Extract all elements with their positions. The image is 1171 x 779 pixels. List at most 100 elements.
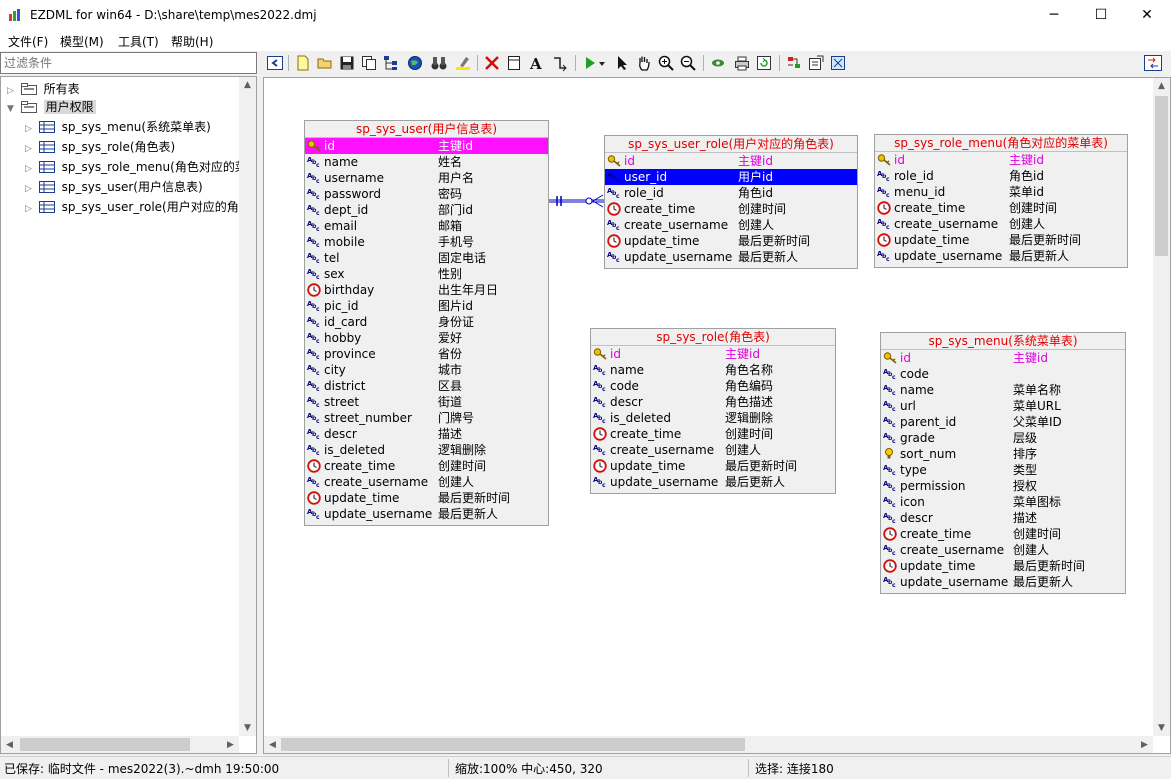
canvas-horizontal-scrollbar[interactable]: ◀ ▶ bbox=[264, 736, 1153, 753]
copy-icon[interactable] bbox=[360, 54, 378, 72]
field-row[interactable]: update_time 最后更新时间 bbox=[605, 233, 857, 249]
tree-vertical-scrollbar[interactable]: ▲ ▼ bbox=[239, 77, 256, 736]
scroll-left-arrow-icon[interactable]: ◀ bbox=[264, 740, 281, 750]
link-connector-icon[interactable] bbox=[551, 54, 569, 72]
expand-arrow-icon[interactable]: ▷ bbox=[25, 180, 35, 198]
diagram-area[interactable]: sp_sys_user(用户信息表) id 主键id Ab c name 姓名 Ab c use… bbox=[264, 78, 1154, 738]
field-row[interactable]: Ab c id_card 身份证 bbox=[305, 314, 548, 330]
table-entity-icon[interactable] bbox=[505, 54, 523, 72]
field-row[interactable]: Ab c permission 授权 bbox=[881, 478, 1125, 494]
entity-sp-sys-role[interactable]: sp_sys_role(角色表) id 主键id Ab c name 角色名称 Ab c cod… bbox=[590, 328, 836, 494]
entity-sp-sys-role-menu[interactable]: sp_sys_role_menu(角色对应的菜单表) id 主键id Ab c role… bbox=[874, 134, 1128, 268]
field-row[interactable]: Ab c create_username 创建人 bbox=[591, 442, 835, 458]
field-row[interactable]: create_time 创建时间 bbox=[591, 426, 835, 442]
tree-node-user-permissions[interactable]: ▼ 用户权限 bbox=[7, 98, 96, 116]
menu-tools[interactable]: 工具(T) bbox=[118, 33, 159, 50]
field-row[interactable]: id 主键id bbox=[605, 153, 857, 169]
field-row[interactable]: Ab c street_number 门牌号 bbox=[305, 410, 548, 426]
field-row[interactable]: create_time 创建时间 bbox=[605, 201, 857, 217]
field-row[interactable]: Ab c user_id 用户id bbox=[605, 169, 857, 185]
diagram-canvas[interactable]: sp_sys_user(用户信息表) id 主键id Ab c name 姓名 Ab c use… bbox=[263, 77, 1171, 754]
close-button[interactable]: ✕ bbox=[1124, 0, 1170, 31]
field-row[interactable]: create_time 创建时间 bbox=[305, 458, 548, 474]
scroll-down-arrow-icon[interactable]: ▼ bbox=[1153, 723, 1170, 733]
scroll-left-arrow-icon[interactable]: ◀ bbox=[1, 740, 18, 750]
field-row[interactable]: Ab c create_username 创建人 bbox=[305, 474, 548, 490]
menu-help[interactable]: 帮助(H) bbox=[171, 33, 213, 50]
field-row[interactable]: Ab c parent_id 父菜单ID bbox=[881, 414, 1125, 430]
field-row[interactable]: Ab c is_deleted 逻辑删除 bbox=[591, 410, 835, 426]
import-export-icon[interactable] bbox=[785, 54, 803, 72]
field-row[interactable]: id 主键id bbox=[591, 346, 835, 362]
field-row[interactable]: id 主键id bbox=[305, 138, 548, 154]
field-row[interactable]: Ab c update_username 最后更新人 bbox=[605, 249, 857, 265]
field-row[interactable]: update_time 最后更新时间 bbox=[881, 558, 1125, 574]
tree-layout-icon[interactable] bbox=[382, 54, 400, 72]
field-row[interactable]: id 主键id bbox=[881, 350, 1125, 366]
minimize-button[interactable]: ─ bbox=[1031, 0, 1077, 31]
field-row[interactable]: Ab c icon 菜单图标 bbox=[881, 494, 1125, 510]
field-row[interactable]: Ab c create_username 创建人 bbox=[881, 542, 1125, 558]
field-row[interactable]: sort_num 排序 bbox=[881, 446, 1125, 462]
field-row[interactable]: Ab c dept_id 部门id bbox=[305, 202, 548, 218]
tree-node-table[interactable]: ▷ sp_sys_user_role(用户对应的角色 bbox=[25, 198, 251, 216]
open-folder-icon[interactable] bbox=[316, 54, 334, 72]
toggle-panel-icon[interactable] bbox=[266, 54, 284, 72]
field-row[interactable]: Ab c username 用户名 bbox=[305, 170, 548, 186]
field-row[interactable]: Ab c url 菜单URL bbox=[881, 398, 1125, 414]
properties-icon[interactable] bbox=[807, 54, 825, 72]
field-row[interactable]: create_time 创建时间 bbox=[875, 200, 1127, 216]
field-row[interactable]: id 主键id bbox=[875, 152, 1127, 168]
field-row[interactable]: Ab c role_id 角色id bbox=[605, 185, 857, 201]
scroll-thumb[interactable] bbox=[20, 738, 190, 751]
field-row[interactable]: Ab c is_deleted 逻辑删除 bbox=[305, 442, 548, 458]
field-row[interactable]: Ab c menu_id 菜单id bbox=[875, 184, 1127, 200]
find-binoculars-icon[interactable] bbox=[430, 54, 448, 72]
field-row[interactable]: Ab c descr 描述 bbox=[305, 426, 548, 442]
field-row[interactable]: Ab c create_username 创建人 bbox=[875, 216, 1127, 232]
field-row[interactable]: Ab c pic_id 图片id bbox=[305, 298, 548, 314]
tree-node-table[interactable]: ▷ sp_sys_role(角色表) bbox=[25, 138, 175, 156]
entity-sp-sys-user-role[interactable]: sp_sys_user_role(用户对应的角色表) id 主键id Ab c user… bbox=[604, 135, 858, 269]
scroll-up-arrow-icon[interactable]: ▲ bbox=[1153, 81, 1170, 91]
menu-model[interactable]: 模型(M) bbox=[60, 33, 104, 50]
field-row[interactable]: Ab c hobby 爱好 bbox=[305, 330, 548, 346]
field-row[interactable]: birthday 出生年月日 bbox=[305, 282, 548, 298]
field-row[interactable]: Ab c code bbox=[881, 366, 1125, 382]
field-row[interactable]: Ab c mobile 手机号 bbox=[305, 234, 548, 250]
field-row[interactable]: Ab c street 街道 bbox=[305, 394, 548, 410]
delete-icon[interactable] bbox=[483, 54, 501, 72]
field-row[interactable]: Ab c create_username 创建人 bbox=[605, 217, 857, 233]
expand-arrow-icon[interactable]: ▷ bbox=[25, 140, 35, 158]
save-icon[interactable] bbox=[338, 54, 356, 72]
canvas-vertical-scrollbar[interactable]: ▲ ▼ bbox=[1153, 78, 1170, 736]
field-row[interactable]: Ab c update_username 最后更新人 bbox=[875, 248, 1127, 264]
text-label-icon[interactable]: A bbox=[527, 54, 545, 72]
tree-node-all-tables[interactable]: ▷ 所有表 bbox=[7, 80, 80, 98]
scroll-right-arrow-icon[interactable]: ▶ bbox=[1136, 740, 1153, 750]
field-row[interactable]: Ab c name 菜单名称 bbox=[881, 382, 1125, 398]
field-row[interactable]: update_time 最后更新时间 bbox=[305, 490, 548, 506]
tree-horizontal-scrollbar[interactable]: ◀ ▶ bbox=[1, 736, 239, 753]
preview-eye-icon[interactable] bbox=[709, 54, 727, 72]
scroll-right-arrow-icon[interactable]: ▶ bbox=[222, 740, 239, 750]
field-row[interactable]: Ab c descr 描述 bbox=[881, 510, 1125, 526]
globe-icon[interactable] bbox=[406, 54, 424, 72]
select-pointer-icon[interactable] bbox=[613, 54, 631, 72]
menu-file[interactable]: 文件(F) bbox=[8, 33, 48, 50]
field-row[interactable]: update_time 最后更新时间 bbox=[875, 232, 1127, 248]
highlight-marker-icon[interactable] bbox=[454, 54, 472, 72]
field-row[interactable]: Ab c update_username 最后更新人 bbox=[305, 506, 548, 522]
field-row[interactable]: Ab c email 邮箱 bbox=[305, 218, 548, 234]
tree-node-table[interactable]: ▷ sp_sys_user(用户信息表) bbox=[25, 178, 203, 196]
print-icon[interactable] bbox=[733, 54, 751, 72]
field-row[interactable]: Ab c name 角色名称 bbox=[591, 362, 835, 378]
field-row[interactable]: update_time 最后更新时间 bbox=[591, 458, 835, 474]
expand-arrow-icon[interactable]: ▷ bbox=[25, 120, 35, 138]
field-row[interactable]: Ab c tel 固定电话 bbox=[305, 250, 548, 266]
maximize-button[interactable]: ☐ bbox=[1078, 0, 1124, 31]
entity-sp-sys-user[interactable]: sp_sys_user(用户信息表) id 主键id Ab c name 姓名 Ab c use… bbox=[304, 120, 549, 526]
scroll-thumb[interactable] bbox=[1155, 96, 1168, 256]
field-row[interactable]: Ab c name 姓名 bbox=[305, 154, 548, 170]
zoom-in-icon[interactable] bbox=[657, 54, 675, 72]
